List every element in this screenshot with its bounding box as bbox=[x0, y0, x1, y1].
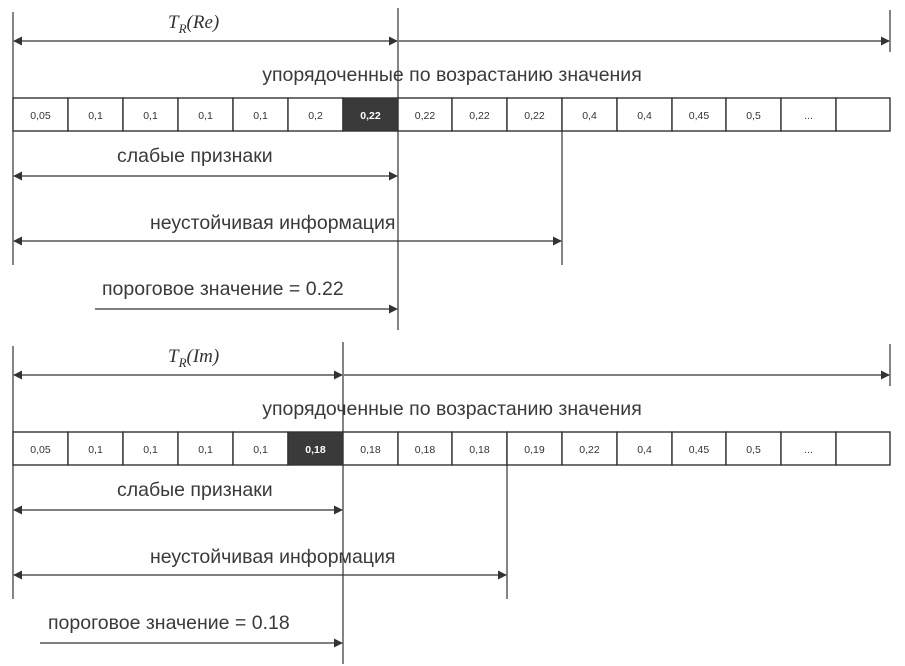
threshold-symbol-label: TR(Re) bbox=[168, 12, 219, 36]
value-cell-label: 0,22 bbox=[579, 444, 600, 456]
threshold-value-label: пороговое значение = 0.18 bbox=[48, 612, 290, 634]
ordered-values-label: упорядоченные по возрастанию значения bbox=[262, 64, 642, 86]
value-cell-label: 0,1 bbox=[88, 110, 103, 122]
weak-features-label: слабые признаки bbox=[117, 479, 273, 501]
panel-re: TR(Re) упорядоченные по возрастанию значе… bbox=[12, 8, 891, 330]
value-cell-label: 0,1 bbox=[143, 444, 158, 456]
value-cell-label: 0,4 bbox=[637, 110, 652, 122]
value-cell-threshold-label: 0,18 bbox=[305, 444, 326, 456]
threshold-subscript: R bbox=[178, 355, 187, 370]
value-cell bbox=[835, 97, 891, 132]
value-cell-label: 0,1 bbox=[198, 444, 213, 456]
value-cell-label: ... bbox=[804, 444, 813, 456]
value-cell-label: 0,22 bbox=[524, 110, 545, 122]
value-cell-label: 0,18 bbox=[469, 444, 490, 456]
value-cell-label: 0,4 bbox=[582, 110, 597, 122]
value-strip: 0,05 0,1 0,1 0,1 0,1 0,2 0,22 0,22 0,22 0,22 0,4 0,… bbox=[12, 97, 891, 132]
threshold-value-label: пороговое значение = 0.22 bbox=[102, 278, 344, 300]
unstable-info-label: неустойчивая информация bbox=[150, 546, 395, 568]
threshold-argument: (Re) bbox=[187, 12, 220, 33]
value-cell-label: 0,1 bbox=[198, 110, 213, 122]
value-cell-label: 0,1 bbox=[143, 110, 158, 122]
weak-features-label: слабые признаки bbox=[117, 145, 273, 167]
value-cell-label: 0,45 bbox=[689, 444, 710, 456]
value-cell-threshold-label: 0,22 bbox=[360, 110, 381, 122]
threshold-argument: (Im) bbox=[187, 346, 220, 367]
value-cell-label: 0,05 bbox=[30, 110, 51, 122]
threshold-symbol-label: TR(Im) bbox=[168, 346, 219, 370]
value-cell-label: 0,1 bbox=[253, 110, 268, 122]
value-cell-label: 0,18 bbox=[415, 444, 436, 456]
value-cell-label: 0,2 bbox=[308, 110, 323, 122]
value-cell-label: 0,45 bbox=[689, 110, 710, 122]
value-cell-label: 0,1 bbox=[88, 444, 103, 456]
value-cell-label: 0,5 bbox=[746, 444, 761, 456]
unstable-info-label: неустойчивая информация bbox=[150, 212, 395, 234]
value-cell-label: 0,4 bbox=[637, 444, 652, 456]
ordered-values-label: упорядоченные по возрастанию значения bbox=[262, 398, 642, 420]
value-cell-label: 0,22 bbox=[415, 110, 436, 122]
value-cell-label: 0,19 bbox=[524, 444, 545, 456]
value-cell-label: 0,22 bbox=[469, 110, 490, 122]
value-cell-label: 0,05 bbox=[30, 444, 51, 456]
value-cell-label: 0,5 bbox=[746, 110, 761, 122]
panel-im: TR(Im) упорядоченные по возрастанию значе… bbox=[12, 342, 891, 664]
value-cell-label: ... bbox=[804, 110, 813, 122]
value-cell bbox=[835, 431, 891, 466]
threshold-diagram: TR(Re) упорядоченные по возрастанию значе… bbox=[12, 8, 891, 664]
value-cell-label: 0,1 bbox=[253, 444, 268, 456]
value-cell-label: 0,18 bbox=[360, 444, 381, 456]
threshold-subscript: R bbox=[178, 21, 187, 36]
value-strip: 0,05 0,1 0,1 0,1 0,1 0,18 0,18 0,18 0,18 0,19 0,22… bbox=[12, 431, 891, 466]
